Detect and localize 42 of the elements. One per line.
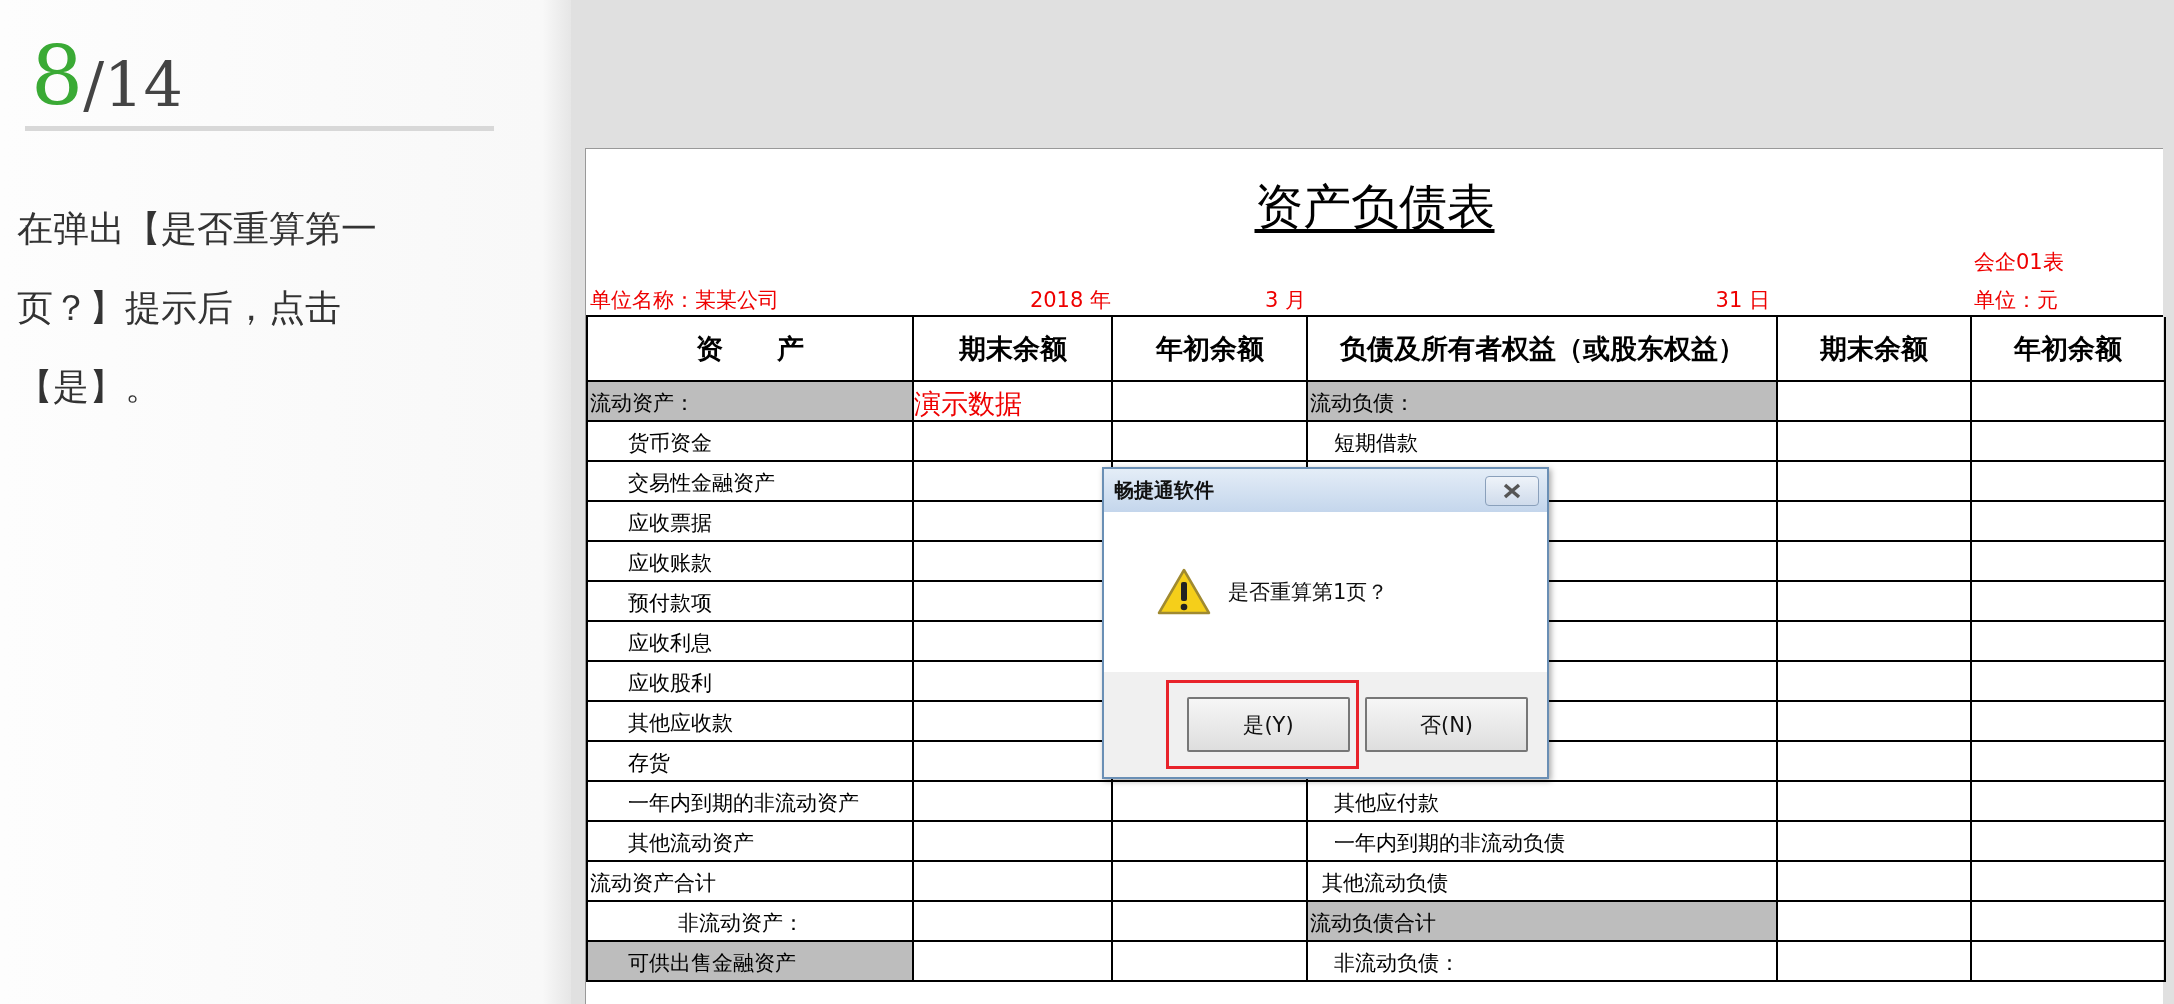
dialog-button[interactable]: 否(N) bbox=[1365, 697, 1528, 752]
table-cell: 应收股利 bbox=[588, 662, 914, 702]
day-text: 31 日 bbox=[1714, 287, 1771, 314]
close-icon bbox=[1502, 482, 1522, 499]
table-cell: 流动负债合计 bbox=[1308, 902, 1778, 942]
yes-button[interactable]: 是(Y) bbox=[1187, 697, 1350, 752]
table-cell: 一年内到期的非流动负债 bbox=[1308, 822, 1778, 862]
table-cell: 货币资金 bbox=[588, 422, 914, 462]
table-cell: 一年内到期的非流动资产 bbox=[588, 782, 914, 822]
page-total: /14 bbox=[83, 54, 183, 118]
month-text: 3 月 bbox=[1263, 287, 1306, 314]
instruction-text: 在弹出【是否重算第一页？】提示后，点击【是】。 bbox=[17, 207, 378, 409]
table-cell: 非流动负债： bbox=[1308, 942, 1778, 982]
table-cell: 流动资产合计 bbox=[588, 862, 914, 902]
warning-icon bbox=[1156, 567, 1212, 617]
dialog-title: 畅捷通软件 bbox=[1114, 477, 1214, 504]
table-cell: 流动负债： bbox=[1308, 382, 1778, 422]
table-cell: 应收账款 bbox=[588, 542, 914, 582]
dialog-message: 是否重算第1页？ bbox=[1228, 579, 1389, 606]
table-cell: 其他流动资产 bbox=[588, 822, 914, 862]
demo-label: 演示数据 bbox=[914, 389, 1022, 417]
table-cell: 应收票据 bbox=[588, 502, 914, 542]
company-name: 单位名称：某某公司 bbox=[589, 287, 780, 314]
table-cell: 预付款项 bbox=[588, 582, 914, 622]
table-cell: 流动资产： bbox=[588, 382, 914, 422]
table-cell: 应收利息 bbox=[588, 622, 914, 662]
table-cell: 其他应收款 bbox=[588, 702, 914, 742]
sheet-title: 资产负债表 bbox=[1254, 177, 1495, 236]
close-button[interactable] bbox=[1485, 475, 1539, 506]
year-text: 2018 年 bbox=[1028, 287, 1111, 314]
table-cell: 可供出售金融资产 bbox=[588, 942, 914, 982]
column-header: 年初余额 bbox=[1113, 317, 1308, 382]
unit-text: 单位：元 bbox=[1973, 287, 2059, 314]
column-header: 期末余额 bbox=[914, 317, 1113, 382]
page-number: 8 bbox=[31, 36, 84, 118]
table-cell: 短期借款 bbox=[1308, 422, 1778, 462]
column-header: 期末余额 bbox=[1778, 317, 1972, 382]
table-cell: 交易性金融资产 bbox=[588, 462, 914, 502]
table-cell: 存货 bbox=[588, 742, 914, 782]
form-code: 会企01表 bbox=[1973, 249, 2065, 276]
column-header: 年初余额 bbox=[1972, 317, 2166, 382]
table-cell: 其他应付款 bbox=[1308, 782, 1778, 822]
